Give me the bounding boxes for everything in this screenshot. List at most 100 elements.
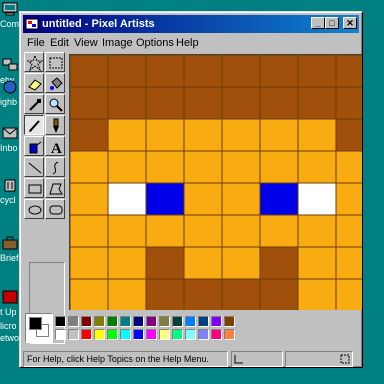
maximize-button[interactable]: □ xyxy=(325,17,339,29)
tool-magnifier[interactable] xyxy=(45,94,65,114)
pixel-cell[interactable] xyxy=(221,86,261,120)
palette-swatch[interactable] xyxy=(172,316,183,327)
pixel-cell[interactable] xyxy=(145,246,185,280)
pixel-cell[interactable] xyxy=(70,214,109,248)
pixel-cell[interactable] xyxy=(297,214,337,248)
pixel-cell[interactable] xyxy=(107,278,147,310)
pixel-cell[interactable] xyxy=(107,246,147,280)
palette-swatch[interactable] xyxy=(55,316,66,327)
pixel-cell[interactable] xyxy=(297,86,337,120)
tool-pencil[interactable] xyxy=(24,115,44,135)
menu-help[interactable]: Help xyxy=(176,36,199,50)
drawing-canvas[interactable] xyxy=(70,55,362,310)
palette-swatch[interactable] xyxy=(224,329,235,340)
tool-brush[interactable] xyxy=(45,115,65,135)
pixel-cell[interactable] xyxy=(259,182,299,216)
palette-swatch[interactable] xyxy=(185,329,196,340)
minimize-button[interactable]: _ xyxy=(311,17,325,29)
palette-swatch[interactable] xyxy=(94,329,105,340)
palette-swatch[interactable] xyxy=(107,316,118,327)
palette-swatch[interactable] xyxy=(185,316,196,327)
palette-swatch[interactable] xyxy=(146,316,157,327)
pixel-cell[interactable] xyxy=(297,246,337,280)
pixel-cell[interactable] xyxy=(259,118,299,152)
pixel-cell[interactable] xyxy=(183,278,223,310)
pixel-cell[interactable] xyxy=(335,118,362,152)
pixel-cell[interactable] xyxy=(70,182,109,216)
pixel-cell[interactable] xyxy=(107,182,147,216)
palette-swatch[interactable] xyxy=(159,316,170,327)
palette-swatch[interactable] xyxy=(120,316,131,327)
palette-swatch[interactable] xyxy=(198,316,209,327)
pixel-cell[interactable] xyxy=(183,118,223,152)
close-button[interactable]: ✕ xyxy=(343,17,357,29)
palette-swatch[interactable] xyxy=(159,329,170,340)
pixel-cell[interactable] xyxy=(70,118,109,152)
pixel-cell[interactable] xyxy=(335,214,362,248)
pixel-cell[interactable] xyxy=(221,214,261,248)
tool-ellipse[interactable] xyxy=(24,199,44,219)
palette-swatch[interactable] xyxy=(81,329,92,340)
tool-free-select[interactable] xyxy=(24,52,44,72)
pixel-cell[interactable] xyxy=(335,150,362,184)
pixel-cell[interactable] xyxy=(297,150,337,184)
pixel-cell[interactable] xyxy=(145,86,185,120)
tool-airbrush[interactable] xyxy=(24,136,44,156)
pixel-cell[interactable] xyxy=(145,182,185,216)
pixel-cell[interactable] xyxy=(145,278,185,310)
pixel-cell[interactable] xyxy=(183,182,223,216)
palette-swatch[interactable] xyxy=(81,316,92,327)
pixel-cell[interactable] xyxy=(335,55,362,88)
pixel-cell[interactable] xyxy=(259,86,299,120)
pixel-cell[interactable] xyxy=(145,118,185,152)
palette-swatch[interactable] xyxy=(224,316,235,327)
palette-swatch[interactable] xyxy=(107,329,118,340)
pixel-cell[interactable] xyxy=(183,150,223,184)
tool-rect-select[interactable] xyxy=(45,52,65,72)
pixel-cell[interactable] xyxy=(183,86,223,120)
pixel-cell[interactable] xyxy=(183,214,223,248)
palette-swatch[interactable] xyxy=(94,316,105,327)
pixel-cell[interactable] xyxy=(145,150,185,184)
menu-image[interactable]: Image xyxy=(102,36,133,50)
pixel-cell[interactable] xyxy=(183,55,223,88)
pixel-cell[interactable] xyxy=(259,278,299,310)
pixel-cell[interactable] xyxy=(145,214,185,248)
pixel-cell[interactable] xyxy=(259,150,299,184)
pixel-cell[interactable] xyxy=(70,86,109,120)
pixel-cell[interactable] xyxy=(297,55,337,88)
pixel-cell[interactable] xyxy=(259,246,299,280)
pixel-cell[interactable] xyxy=(70,278,109,310)
menu-view[interactable]: View xyxy=(74,36,98,50)
palette-swatch[interactable] xyxy=(146,329,157,340)
pixel-cell[interactable] xyxy=(221,278,261,310)
pixel-cell[interactable] xyxy=(107,55,147,88)
pixel-cell[interactable] xyxy=(297,118,337,152)
pixel-cell[interactable] xyxy=(107,86,147,120)
pixel-cell[interactable] xyxy=(221,246,261,280)
tool-pick-color[interactable] xyxy=(24,94,44,114)
pixel-cell[interactable] xyxy=(297,182,337,216)
palette-swatch[interactable] xyxy=(120,329,131,340)
tool-polygon[interactable] xyxy=(45,178,65,198)
pixel-grid[interactable] xyxy=(70,55,362,310)
palette-swatch[interactable] xyxy=(68,329,79,340)
palette-swatch[interactable] xyxy=(68,316,79,327)
pixel-cell[interactable] xyxy=(70,246,109,280)
pixel-cell[interactable] xyxy=(259,214,299,248)
pixel-cell[interactable] xyxy=(107,118,147,152)
palette-swatch[interactable] xyxy=(211,316,222,327)
pixel-cell[interactable] xyxy=(335,182,362,216)
pixel-cell[interactable] xyxy=(221,182,261,216)
pixel-cell[interactable] xyxy=(107,150,147,184)
palette-swatch[interactable] xyxy=(172,329,183,340)
title-bar[interactable]: untitled - Pixel Artists _ □ ✕ xyxy=(23,15,359,33)
pixel-cell[interactable] xyxy=(107,214,147,248)
tool-line[interactable] xyxy=(24,157,44,177)
pixel-cell[interactable] xyxy=(259,55,299,88)
pixel-cell[interactable] xyxy=(221,118,261,152)
pixel-cell[interactable] xyxy=(70,55,109,88)
pixel-cell[interactable] xyxy=(335,278,362,310)
tool-text[interactable]: A xyxy=(45,136,65,156)
pixel-cell[interactable] xyxy=(70,150,109,184)
